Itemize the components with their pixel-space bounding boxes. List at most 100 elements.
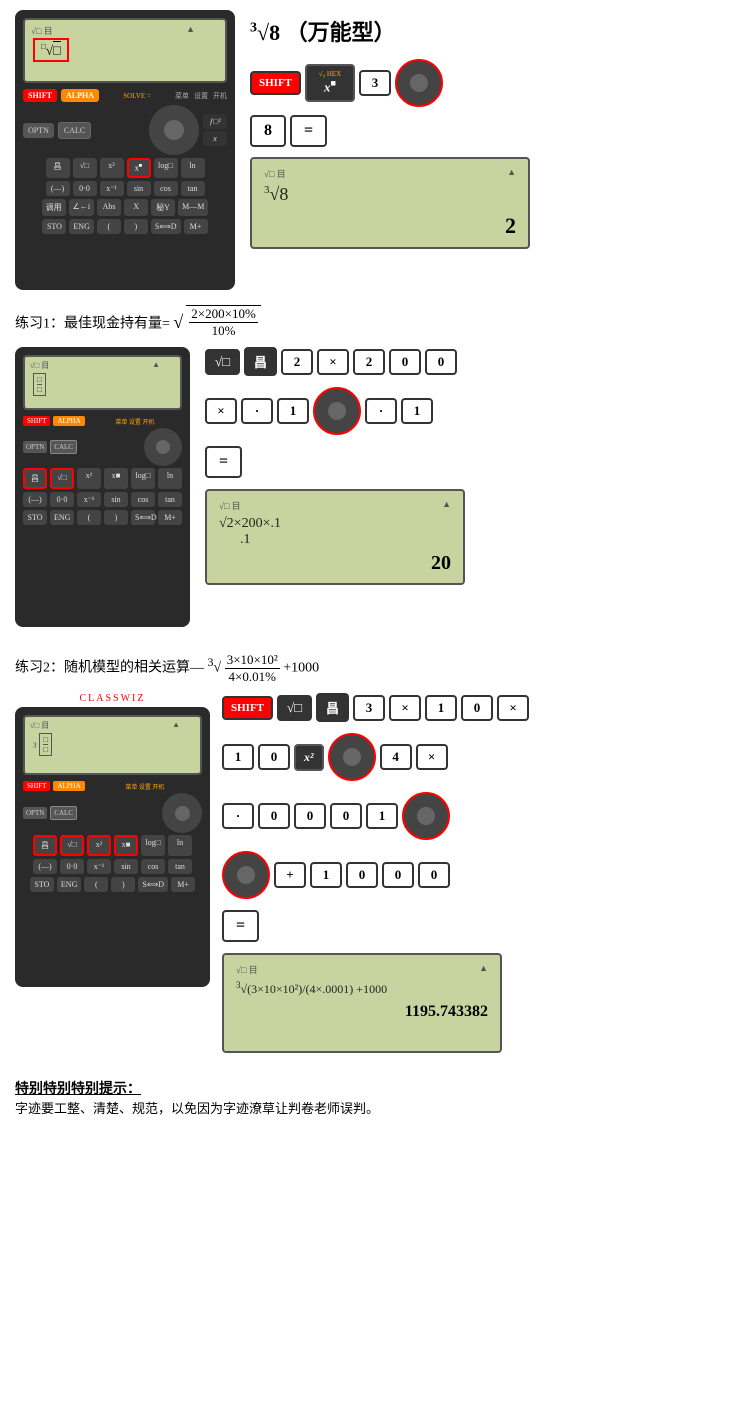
key-times1-ex1[interactable]: × [317, 349, 349, 375]
lp-btn-ex1[interactable]: ( [77, 510, 101, 525]
xinv-btn-ex1[interactable]: x⁻¹ [77, 492, 101, 507]
key-0g-ex2[interactable]: 0 [382, 862, 414, 888]
calc-ex1[interactable]: CALC [50, 440, 77, 454]
func-button-1[interactable]: ƒ□² [203, 114, 227, 129]
key-shift-ex2[interactable]: SHIFT [222, 696, 273, 720]
dpad-ex1[interactable] [144, 428, 182, 466]
key-2b-ex1[interactable]: 2 [353, 349, 385, 375]
key-0b-ex1[interactable]: 0 [425, 349, 457, 375]
sqrt-button[interactable]: √□ [73, 158, 97, 178]
eng-button[interactable]: ENG [69, 219, 93, 234]
key-0a-ex2[interactable]: 0 [461, 695, 493, 721]
log-button[interactable]: log□ [154, 158, 178, 178]
neg-btn-ex1[interactable]: (—) [23, 492, 47, 507]
key-3-ex2[interactable]: 3 [353, 695, 385, 721]
neg-btn-ex2[interactable]: (—) [33, 859, 57, 874]
key-1b-ex1[interactable]: 1 [401, 398, 433, 424]
key-eq-ex1[interactable]: = [205, 446, 242, 478]
alpha-ex2[interactable]: ALPHA [53, 781, 84, 791]
key-dpad2-ex2[interactable] [402, 792, 450, 840]
sto-btn-ex1[interactable]: STO [23, 510, 47, 525]
key-1b-ex2[interactable]: 1 [222, 744, 254, 770]
ln-btn-ex2[interactable]: ln [168, 835, 192, 856]
key-frac-ex2[interactable]: 昌 [316, 693, 349, 722]
key-times2-ex2[interactable]: × [497, 695, 529, 721]
dots-button[interactable]: 0·0 [73, 181, 97, 196]
key-0h-ex2[interactable]: 0 [418, 862, 450, 888]
sd-btn-ex1[interactable]: S⟺D [131, 510, 155, 525]
key-dot2-ex1[interactable]: · [365, 398, 397, 424]
key-plus-ex2[interactable]: + [274, 862, 306, 888]
calc-button[interactable]: CALC [58, 122, 91, 139]
tan-btn-ex1[interactable]: tan [158, 492, 182, 507]
shift-ex1[interactable]: SHIFT [23, 416, 50, 426]
eng-btn-ex2[interactable]: ENG [57, 877, 81, 892]
lparen-button[interactable]: ( [97, 219, 121, 234]
x-var-button[interactable]: X [124, 199, 148, 216]
shift-ex2[interactable]: SHIFT [23, 781, 50, 791]
key-sqrt-ex1[interactable]: √□ [205, 349, 240, 375]
key-x2-ex2[interactable]: x² [294, 744, 324, 771]
key-2a-ex1[interactable]: 2 [281, 349, 313, 375]
key-times2-ex1[interactable]: × [205, 398, 237, 424]
rp-btn-ex1[interactable]: ) [104, 510, 128, 525]
frac-btn-ex2[interactable]: 昌 [33, 835, 57, 856]
angle-button[interactable]: ∠←i [69, 199, 94, 216]
rparen-button[interactable]: ) [124, 219, 148, 234]
sqrt-btn-ex1[interactable]: √□ [50, 468, 74, 489]
xn-button[interactable]: x■ [127, 158, 151, 178]
key-1c-ex2[interactable]: 1 [366, 803, 398, 829]
key-xn-1[interactable]: √₀ HEX x■ [305, 64, 355, 101]
x-button-1[interactable]: x [203, 131, 227, 146]
sin-btn-ex2[interactable]: sin [114, 859, 138, 874]
key-dot1-ex1[interactable]: · [241, 398, 273, 424]
dpad-1[interactable] [149, 105, 199, 155]
xn-btn-ex1[interactable]: x■ [104, 468, 128, 489]
abs-button[interactable]: Abs [97, 199, 121, 216]
key-sqrt-ex2[interactable]: √□ [277, 695, 312, 721]
recall-button[interactable]: 调用 [42, 199, 66, 216]
mplus-button[interactable]: M+ [184, 219, 208, 234]
key-1a-ex2[interactable]: 1 [425, 695, 457, 721]
frac-btn-ex1[interactable]: 昌 [23, 468, 47, 489]
lp-btn-ex2[interactable]: ( [84, 877, 108, 892]
neg-button[interactable]: (—) [46, 181, 70, 196]
mm-button[interactable]: M—M [178, 199, 208, 216]
mp-btn-ex2[interactable]: M+ [171, 877, 195, 892]
optn-ex2[interactable]: OPTN [23, 807, 47, 819]
xinv-button[interactable]: x⁻¹ [100, 181, 124, 196]
cos-btn-ex1[interactable]: cos [131, 492, 155, 507]
tan-btn-ex2[interactable]: tan [168, 859, 192, 874]
dpad-ex2[interactable] [162, 793, 202, 833]
key-0f-ex2[interactable]: 0 [346, 862, 378, 888]
key-times3-ex2[interactable]: × [416, 744, 448, 770]
key-eq-1[interactable]: = [290, 115, 327, 147]
ln-button[interactable]: ln [181, 158, 205, 178]
sd-button[interactable]: S⟺D [151, 219, 181, 234]
shift-button-1[interactable]: SHIFT [23, 89, 57, 102]
cos-button[interactable]: cos [154, 181, 178, 196]
sin-btn-ex1[interactable]: sin [104, 492, 128, 507]
cos-btn-ex2[interactable]: cos [141, 859, 165, 874]
key-dot-ex2[interactable]: · [222, 803, 254, 829]
optn-button[interactable]: OPTN [23, 123, 54, 138]
calc-ex2[interactable]: CALC [50, 806, 77, 820]
alpha-ex1[interactable]: ALPHA [53, 416, 84, 426]
dots-btn-ex1[interactable]: 0·0 [50, 492, 74, 507]
key-dpad1-ex2[interactable] [328, 733, 376, 781]
tan-button[interactable]: tan [181, 181, 205, 196]
sto-btn-ex2[interactable]: STO [30, 877, 54, 892]
sd-btn-ex2[interactable]: S⟺D [138, 877, 168, 892]
key-1d-ex2[interactable]: 1 [310, 862, 342, 888]
sin-button[interactable]: sin [127, 181, 151, 196]
key-dpad-ex1[interactable] [313, 387, 361, 435]
alpha-button-1[interactable]: ALPHA [61, 89, 99, 102]
key-0e-ex2[interactable]: 0 [330, 803, 362, 829]
key-1a-ex1[interactable]: 1 [277, 398, 309, 424]
key-0c-ex2[interactable]: 0 [258, 803, 290, 829]
fraction-button[interactable]: 昌 [46, 158, 70, 178]
dots-btn-ex2[interactable]: 0·0 [60, 859, 84, 874]
key-dpad3-ex2[interactable] [222, 851, 270, 899]
key-3-1[interactable]: 3 [359, 70, 391, 96]
sqrt-btn-ex2[interactable]: √□ [60, 835, 84, 856]
